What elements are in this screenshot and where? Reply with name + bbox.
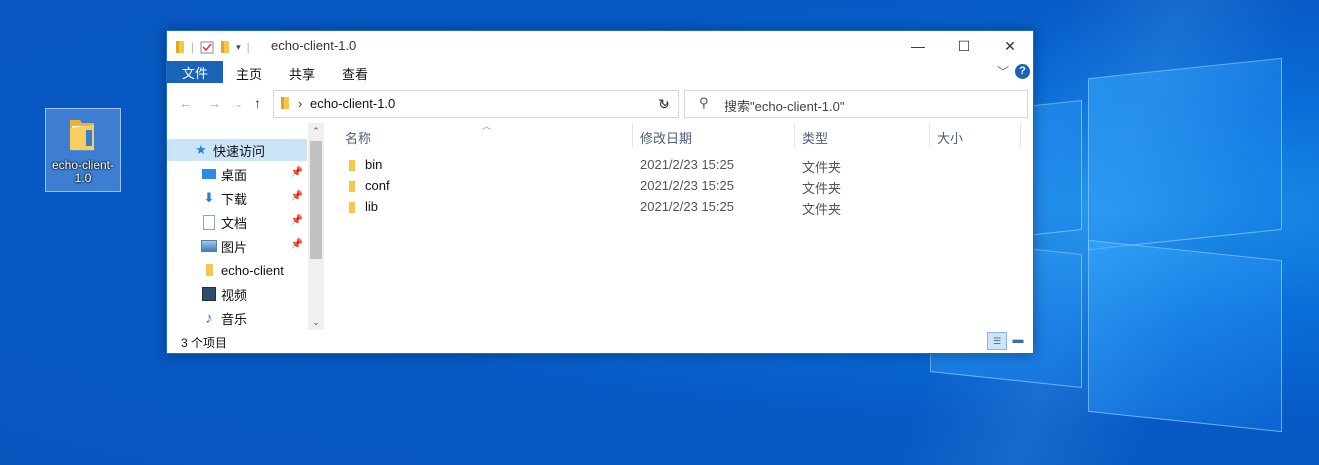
- help-button[interactable]: ?: [1015, 64, 1030, 79]
- forward-arrow-icon[interactable]: →: [207, 95, 221, 111]
- sidebar-item-echo-client[interactable]: echo-client: [167, 259, 307, 281]
- status-bar: 3 个项目 ☰ ▬: [167, 330, 1033, 352]
- document-icon: [201, 214, 217, 230]
- file-type: 文件夹: [802, 181, 842, 196]
- tab-home[interactable]: 主页: [236, 64, 262, 83]
- file-date: 2021/2/23 15:25: [640, 199, 734, 214]
- search-icon: ⚲: [699, 95, 709, 110]
- sidebar-item-desktop[interactable]: 桌面 📌: [167, 163, 307, 185]
- pin-icon[interactable]: 📌: [291, 215, 303, 226]
- folder-icon: [176, 41, 184, 53]
- folder-icon: [349, 159, 355, 174]
- customize-toolbar-icon[interactable]: ▾: [236, 42, 241, 53]
- file-name: lib: [365, 199, 379, 214]
- tab-view[interactable]: 查看: [342, 64, 368, 83]
- column-divider[interactable]: [794, 123, 795, 147]
- sidebar-item-documents[interactable]: 文档 📌: [167, 211, 307, 233]
- sidebar-scrollbar[interactable]: ⌃ ⌄: [308, 123, 324, 330]
- table-row[interactable]: conf 2021/2/23 15:25 文件夹: [327, 175, 1029, 196]
- file-date: 2021/2/23 15:25: [640, 178, 734, 193]
- ribbon: 文件 主页 共享 查看 ﹀ ?: [167, 61, 1033, 83]
- tab-file[interactable]: 文件: [167, 61, 223, 83]
- desktop-icon: [201, 167, 217, 181]
- download-icon: ⬇: [203, 190, 215, 205]
- minimize-button[interactable]: —: [895, 31, 941, 61]
- sidebar-item-label: echo-client: [221, 262, 284, 278]
- sort-caret-icon: ︿: [482, 121, 492, 131]
- address-bar[interactable]: › echo-client-1.0 ⌄: [273, 90, 679, 118]
- pin-icon[interactable]: 📌: [291, 239, 303, 250]
- recent-locations-icon[interactable]: ⌄: [235, 99, 243, 110]
- video-icon: [201, 287, 217, 301]
- quick-access-toolbar: | ▾ |: [175, 39, 250, 55]
- refresh-icon[interactable]: ↻: [651, 91, 677, 117]
- column-header-date[interactable]: 修改日期: [640, 128, 692, 147]
- sidebar-item-label: 快速访问: [213, 143, 266, 159]
- up-arrow-icon[interactable]: ↑: [254, 95, 261, 111]
- large-icons-view-icon[interactable]: ▬: [1009, 332, 1027, 348]
- title-bar[interactable]: | ▾ | echo-client-1.0 — ☐ ✕: [167, 31, 1033, 61]
- column-divider[interactable]: [1020, 123, 1021, 147]
- table-row[interactable]: lib 2021/2/23 15:25 文件夹: [327, 196, 1029, 217]
- folder-icon: [201, 263, 217, 277]
- window-title: echo-client-1.0: [271, 38, 357, 53]
- file-list: ︿ 名称 修改日期 类型 大小 bin 2021/2/23 15:25 文件夹 …: [327, 121, 1029, 330]
- new-folder-icon[interactable]: [220, 40, 230, 54]
- scroll-down-icon[interactable]: ⌄: [308, 314, 324, 330]
- back-arrow-icon[interactable]: ←: [179, 95, 193, 111]
- sidebar-item-music[interactable]: ♪ 音乐: [167, 307, 307, 329]
- column-header-name[interactable]: 名称: [345, 128, 371, 147]
- file-date: 2021/2/23 15:25: [640, 157, 734, 172]
- sidebar-item-label: 图片: [221, 239, 248, 255]
- properties-icon[interactable]: [200, 40, 214, 54]
- breadcrumb-chevron-icon[interactable]: ›: [298, 96, 302, 111]
- sidebar-item-label: 下载: [221, 191, 248, 207]
- sidebar-item-label: 文档: [221, 215, 248, 231]
- details-view-icon[interactable]: ☰: [987, 332, 1007, 350]
- sidebar-item-downloads[interactable]: ⬇ 下载 📌: [167, 187, 307, 209]
- picture-icon: [201, 239, 217, 253]
- folder-icon: [349, 180, 355, 195]
- scroll-up-icon[interactable]: ⌃: [308, 123, 324, 139]
- column-divider[interactable]: [632, 123, 633, 147]
- folder-icon: [70, 120, 94, 151]
- star-icon: ★: [195, 142, 207, 157]
- maximize-button[interactable]: ☐: [941, 31, 987, 61]
- close-button[interactable]: ✕: [987, 31, 1033, 61]
- pin-icon[interactable]: 📌: [291, 191, 303, 202]
- navigation-bar: ← → ⌄ ↑ › echo-client-1.0 ⌄ ↻ ⚲ 搜索"echo-…: [167, 87, 1033, 121]
- sidebar-item-pictures[interactable]: 图片 📌: [167, 235, 307, 257]
- breadcrumb-path[interactable]: echo-client-1.0: [310, 96, 395, 111]
- search-placeholder: 搜索"echo-client-1.0": [724, 99, 845, 114]
- table-row[interactable]: bin 2021/2/23 15:25 文件夹: [327, 154, 1029, 175]
- desktop-folder-echo-client[interactable]: echo-client- 1.0: [45, 108, 121, 192]
- scroll-thumb[interactable]: [310, 141, 322, 259]
- file-type: 文件夹: [802, 160, 842, 175]
- sidebar-item-quick-access[interactable]: ★ 快速访问: [167, 139, 307, 161]
- item-count: 3 个项目: [181, 336, 228, 350]
- folder-icon: [349, 201, 355, 216]
- expand-ribbon-icon[interactable]: ﹀: [997, 63, 1009, 80]
- desktop-icon-label-line2: 1.0: [74, 171, 92, 185]
- tab-share[interactable]: 共享: [289, 64, 315, 83]
- pin-icon[interactable]: 📌: [291, 167, 303, 178]
- navigation-pane: ★ 快速访问 桌面 📌 ⬇ 下载 📌 文档 📌 图片 📌 echo-client: [167, 123, 324, 330]
- sidebar-item-label: 视频: [221, 287, 248, 303]
- sidebar-item-label: 桌面: [221, 167, 248, 183]
- column-header-size[interactable]: 大小: [937, 128, 963, 147]
- file-type: 文件夹: [802, 202, 842, 217]
- search-input[interactable]: ⚲ 搜索"echo-client-1.0": [684, 90, 1028, 118]
- explorer-window: | ▾ | echo-client-1.0 — ☐ ✕ 文件 主页 共享 查看 …: [166, 30, 1034, 354]
- sidebar-item-label: 音乐: [221, 311, 248, 327]
- folder-icon: [281, 97, 289, 109]
- file-name: bin: [365, 157, 383, 172]
- column-divider[interactable]: [929, 123, 930, 147]
- sidebar-item-videos[interactable]: 视频: [167, 283, 307, 305]
- column-header-type[interactable]: 类型: [802, 128, 828, 147]
- file-name: conf: [365, 178, 390, 193]
- music-icon: ♪: [205, 309, 213, 327]
